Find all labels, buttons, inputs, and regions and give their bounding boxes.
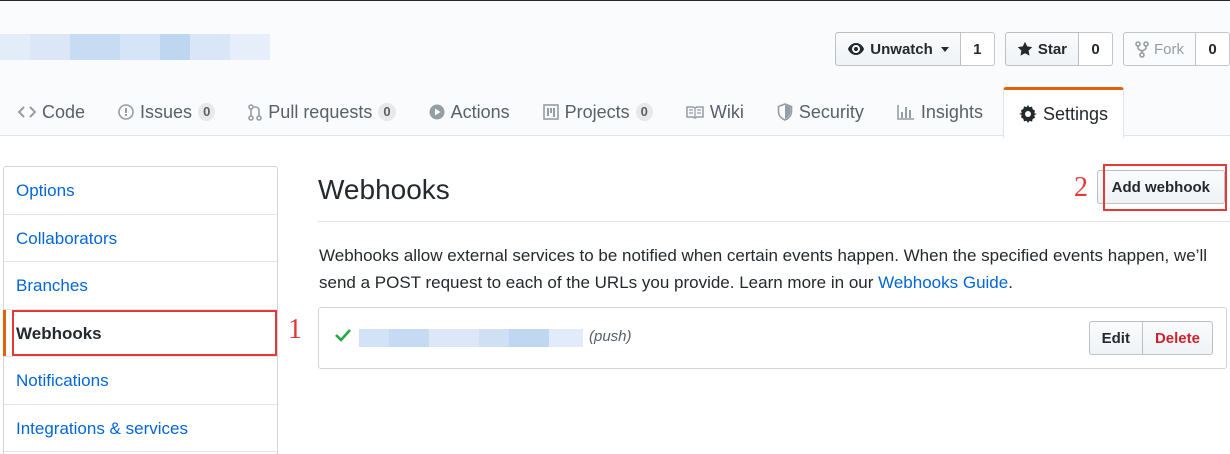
description-text: Webhooks allow external services to be n… xyxy=(319,246,1207,292)
fork-button[interactable]: Fork xyxy=(1123,32,1196,66)
tab-projects[interactable]: Projects 0 xyxy=(525,87,668,137)
add-webhook-button[interactable]: Add webhook xyxy=(1096,170,1225,204)
play-icon xyxy=(429,104,445,120)
webhook-actions: Edit Delete xyxy=(1088,321,1213,355)
unwatch-label: Unwatch xyxy=(870,40,933,58)
tab-insights[interactable]: Insights xyxy=(879,87,998,137)
tab-issues[interactable]: Issues 0 xyxy=(100,87,230,137)
tab-issues-label: Issues xyxy=(140,101,193,122)
menu-item-options[interactable]: Options xyxy=(4,167,277,215)
tab-actions-label: Actions xyxy=(450,101,510,122)
menu-item-integrations[interactable]: Integrations & services xyxy=(4,405,277,452)
settings-menu: Options Collaborators Branches Webhooks … xyxy=(3,166,278,454)
projects-counter: 0 xyxy=(635,103,653,121)
pull-requests-counter: 0 xyxy=(378,103,396,121)
tab-wiki-label: Wiki xyxy=(709,101,744,122)
annotation-number-1: 1 xyxy=(288,314,302,345)
issue-icon xyxy=(118,104,134,120)
forks-count[interactable]: 0 xyxy=(1196,32,1230,66)
tab-code-label: Code xyxy=(42,101,86,122)
tab-pull-requests[interactable]: Pull requests 0 xyxy=(230,87,410,137)
subhead: Webhooks Add webhook xyxy=(318,166,1230,222)
repo-nav: Code Issues 0 Pull requests 0 Actions Pr… xyxy=(0,87,1125,138)
graph-icon xyxy=(897,104,915,120)
tab-code[interactable]: Code xyxy=(0,87,100,137)
tab-wiki[interactable]: Wiki xyxy=(668,87,759,137)
gear-icon xyxy=(1018,105,1037,123)
stargazers-count[interactable]: 0 xyxy=(1079,32,1113,66)
tab-security[interactable]: Security xyxy=(759,87,879,137)
fork-label: Fork xyxy=(1154,40,1184,58)
page-title: Webhooks xyxy=(318,174,450,205)
star-button[interactable]: Star xyxy=(1004,32,1079,66)
book-icon xyxy=(686,105,704,119)
fork-icon xyxy=(1135,40,1149,58)
chevron-down-icon xyxy=(940,46,949,52)
issues-counter: 0 xyxy=(198,103,216,121)
watch-group: Unwatch 1 xyxy=(835,32,995,66)
webhooks-description: Webhooks allow external services to be n… xyxy=(319,242,1230,296)
eye-icon xyxy=(847,42,865,56)
star-label: Star xyxy=(1037,40,1067,58)
menu-item-collaborators[interactable]: Collaborators xyxy=(4,215,277,262)
webhook-url-redacted[interactable] xyxy=(359,329,583,347)
tab-projects-label: Projects xyxy=(564,101,630,122)
repo-actions: Unwatch 1 Star 0 Fork 0 xyxy=(825,32,1230,66)
edit-button[interactable]: Edit xyxy=(1088,321,1143,355)
code-icon xyxy=(18,105,36,119)
tab-security-label: Security xyxy=(798,101,864,122)
repo-title-redacted xyxy=(0,34,270,60)
fork-group: Fork 0 xyxy=(1123,32,1230,66)
repo-header: Unwatch 1 Star 0 Fork 0 Code Issues 0 Pu… xyxy=(0,0,1230,138)
shield-icon xyxy=(777,103,793,121)
project-icon xyxy=(542,104,559,120)
star-icon xyxy=(1017,41,1033,57)
menu-item-webhooks-label: Webhooks xyxy=(16,323,102,343)
tab-pull-requests-label: Pull requests xyxy=(268,101,373,122)
menu-item-webhooks[interactable]: Webhooks xyxy=(3,309,277,357)
description-end: . xyxy=(1008,273,1013,292)
tab-settings-label: Settings xyxy=(1042,103,1109,124)
delete-button[interactable]: Delete xyxy=(1142,321,1213,355)
webhooks-guide-link[interactable]: Webhooks Guide xyxy=(878,273,1008,292)
tab-settings[interactable]: Settings xyxy=(1002,87,1125,138)
tab-actions[interactable]: Actions xyxy=(411,87,525,137)
pull-request-icon xyxy=(248,103,263,121)
tab-insights-label: Insights xyxy=(920,101,983,122)
check-icon xyxy=(335,328,351,347)
webhook-item: (push) Edit Delete xyxy=(318,307,1227,369)
webhook-event: (push) xyxy=(589,328,632,345)
watchers-count[interactable]: 1 xyxy=(960,32,995,66)
menu-item-notifications[interactable]: Notifications xyxy=(4,357,277,405)
unwatch-button[interactable]: Unwatch xyxy=(835,32,961,66)
menu-item-branches[interactable]: Branches xyxy=(4,262,277,310)
star-group: Star 0 xyxy=(1004,32,1113,66)
